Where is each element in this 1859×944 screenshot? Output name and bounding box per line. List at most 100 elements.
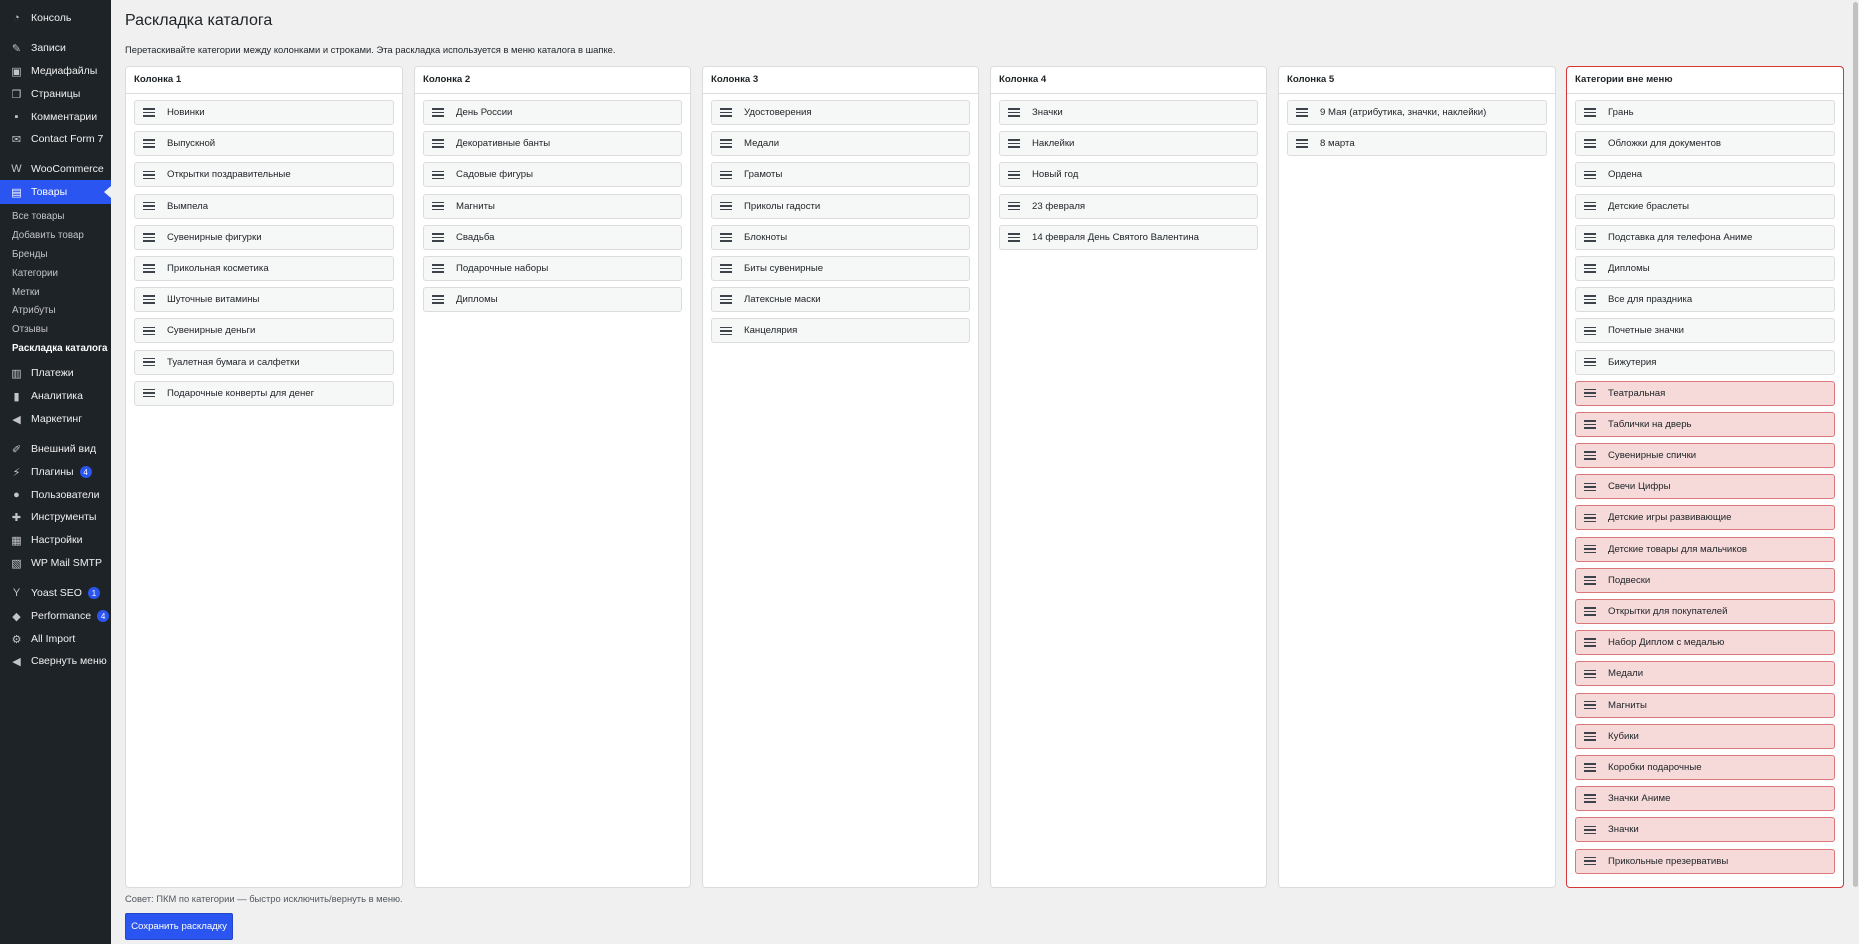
category-item[interactable]: Подвески bbox=[1575, 567, 1835, 593]
drag-handle-icon[interactable] bbox=[1008, 233, 1020, 242]
category-item[interactable]: 23 февраля bbox=[999, 193, 1258, 219]
category-item[interactable]: Свечи Цифры bbox=[1575, 474, 1835, 500]
category-item[interactable]: Новинки bbox=[134, 100, 394, 125]
drag-handle-icon[interactable] bbox=[143, 201, 155, 211]
drag-handle-icon[interactable] bbox=[1296, 108, 1308, 117]
drag-handle-icon[interactable] bbox=[1584, 607, 1596, 616]
category-item[interactable]: Магниты bbox=[423, 193, 682, 219]
category-item[interactable]: Медали bbox=[1575, 661, 1835, 687]
category-item[interactable]: Ордена bbox=[1575, 162, 1835, 188]
category-item[interactable]: Канцелярия bbox=[711, 318, 970, 344]
menu-plugins[interactable]: ⚡ Плагины 4 bbox=[0, 461, 111, 483]
drag-handle-icon[interactable] bbox=[1584, 794, 1596, 803]
submenu-attributes[interactable]: Атрибуты bbox=[12, 305, 56, 317]
drag-handle-icon[interactable] bbox=[1584, 357, 1596, 367]
category-item[interactable]: Набор Диплом с медалью bbox=[1575, 630, 1835, 656]
category-item[interactable]: Таблички на дверь bbox=[1575, 411, 1835, 437]
drag-handle-icon[interactable] bbox=[1584, 139, 1596, 148]
drag-handle-icon[interactable] bbox=[143, 264, 155, 273]
category-item[interactable]: Биты сувенирные bbox=[711, 255, 970, 281]
drag-handle-icon[interactable] bbox=[1584, 482, 1596, 491]
category-item[interactable]: Кубики bbox=[1575, 723, 1835, 749]
drag-handle-icon[interactable] bbox=[432, 264, 444, 273]
drag-handle-icon[interactable] bbox=[1584, 388, 1596, 398]
drag-handle-icon[interactable] bbox=[720, 233, 732, 242]
drag-handle-icon[interactable] bbox=[1584, 732, 1596, 741]
drag-handle-icon[interactable] bbox=[1584, 576, 1596, 585]
menu-settings[interactable]: ▦ Настройки bbox=[0, 529, 111, 551]
category-item[interactable]: День России bbox=[423, 100, 682, 125]
category-item[interactable]: 8 марта bbox=[1287, 131, 1547, 157]
menu-woocommerce[interactable]: W WooCommerce bbox=[0, 158, 111, 180]
drag-handle-icon[interactable] bbox=[432, 295, 444, 304]
category-item[interactable]: Грамоты bbox=[711, 162, 970, 188]
layout-column-3[interactable]: Колонка 3 Удостоверения Медали Грамоты Прик… bbox=[702, 66, 979, 888]
category-item[interactable]: Подставка для телефона Аниме bbox=[1575, 224, 1835, 250]
category-item[interactable]: Бижутерия bbox=[1575, 349, 1835, 375]
category-item[interactable]: 9 Мая (атрибутика, значки, наклейки) bbox=[1287, 100, 1547, 125]
menu-media[interactable]: ▣ Медиафайлы bbox=[0, 60, 111, 82]
category-item[interactable]: Все для праздника bbox=[1575, 287, 1835, 313]
menu-marketing[interactable]: ◀ Маркетинг bbox=[0, 408, 111, 430]
menu-all-import[interactable]: ⚙ All Import bbox=[0, 628, 111, 650]
drag-handle-icon[interactable] bbox=[143, 139, 155, 148]
menu-performance[interactable]: ◆ Performance 4 bbox=[0, 605, 111, 627]
category-item[interactable]: Прикольная косметика bbox=[134, 255, 394, 281]
menu-tools[interactable]: ✚ Инструменты bbox=[0, 506, 111, 528]
drag-handle-icon[interactable] bbox=[1584, 513, 1596, 523]
drag-handle-icon[interactable] bbox=[1008, 170, 1020, 180]
category-item[interactable]: Значки Аниме bbox=[1575, 786, 1835, 812]
menu-dashboard[interactable]: ◔ Консоль bbox=[0, 7, 111, 29]
category-item[interactable]: Значки bbox=[1575, 817, 1835, 843]
category-item[interactable]: Декоративные банты bbox=[423, 131, 682, 157]
drag-handle-icon[interactable] bbox=[432, 139, 444, 148]
drag-handle-icon[interactable] bbox=[1008, 108, 1020, 117]
drag-handle-icon[interactable] bbox=[720, 139, 732, 148]
category-item[interactable]: Сувенирные фигурки bbox=[134, 224, 394, 250]
drag-handle-icon[interactable] bbox=[1296, 139, 1308, 148]
category-item[interactable]: Детские игры развивающие bbox=[1575, 505, 1835, 531]
drag-handle-icon[interactable] bbox=[720, 264, 732, 273]
drag-handle-icon[interactable] bbox=[432, 201, 444, 211]
layout-column-5[interactable]: Колонка 5 9 Мая (атрибутика, значки, нак… bbox=[1278, 66, 1556, 888]
menu-posts[interactable]: ✎ Записи bbox=[0, 37, 111, 59]
drag-handle-icon[interactable] bbox=[1584, 326, 1596, 336]
category-item[interactable]: Приколы гадости bbox=[711, 193, 970, 219]
category-item[interactable]: Латексные маски bbox=[711, 287, 970, 313]
drag-handle-icon[interactable] bbox=[1584, 451, 1596, 460]
category-item[interactable]: Новый год bbox=[999, 162, 1258, 188]
menu-payments[interactable]: ▥ Платежи bbox=[0, 362, 111, 384]
drag-handle-icon[interactable] bbox=[143, 233, 155, 242]
category-item[interactable]: Значки bbox=[999, 100, 1258, 125]
category-item[interactable]: Наклейки bbox=[999, 131, 1258, 157]
category-item[interactable]: Туалетная бумага и салфетки bbox=[134, 349, 394, 375]
drag-handle-icon[interactable] bbox=[1584, 420, 1596, 429]
drag-handle-icon[interactable] bbox=[1584, 233, 1596, 242]
category-item[interactable]: Коробки подарочные bbox=[1575, 754, 1835, 780]
category-item[interactable]: Обложки для документов bbox=[1575, 131, 1835, 157]
submenu-reviews[interactable]: Отзывы bbox=[12, 324, 48, 336]
drag-handle-icon[interactable] bbox=[143, 295, 155, 304]
menu-yoast-seo[interactable]: Y Yoast SEO 1 bbox=[0, 582, 111, 604]
category-item[interactable]: Садовые фигуры bbox=[423, 162, 682, 188]
drag-handle-icon[interactable] bbox=[720, 170, 732, 180]
category-item[interactable]: Медали bbox=[711, 131, 970, 157]
menu-wp-mail-smtp[interactable]: ▧ WP Mail SMTP bbox=[0, 552, 111, 574]
category-item[interactable]: Вымпела bbox=[134, 193, 394, 219]
drag-handle-icon[interactable] bbox=[720, 108, 732, 117]
drag-handle-icon[interactable] bbox=[1584, 669, 1596, 679]
category-item[interactable]: Открытки поздравительные bbox=[134, 162, 394, 188]
submenu-all-products[interactable]: Все товары bbox=[12, 211, 64, 223]
category-item[interactable]: Дипломы bbox=[1575, 255, 1835, 281]
drag-handle-icon[interactable] bbox=[1584, 763, 1596, 772]
category-item[interactable]: Выпускной bbox=[134, 131, 394, 157]
menu-products[interactable]: ▤ Товары bbox=[0, 180, 111, 204]
drag-handle-icon[interactable] bbox=[143, 170, 155, 180]
drag-handle-icon[interactable] bbox=[1584, 295, 1596, 304]
menu-contact-form[interactable]: ✉ Contact Form 7 bbox=[0, 128, 111, 150]
drag-handle-icon[interactable] bbox=[1584, 638, 1596, 647]
layout-column-4[interactable]: Колонка 4 Значки Наклейки Новый год 23 февр… bbox=[990, 66, 1267, 888]
category-item[interactable]: Прикольные презервативы bbox=[1575, 848, 1835, 874]
category-item[interactable]: Удостоверения bbox=[711, 100, 970, 125]
category-item[interactable]: Подарочные наборы bbox=[423, 255, 682, 281]
